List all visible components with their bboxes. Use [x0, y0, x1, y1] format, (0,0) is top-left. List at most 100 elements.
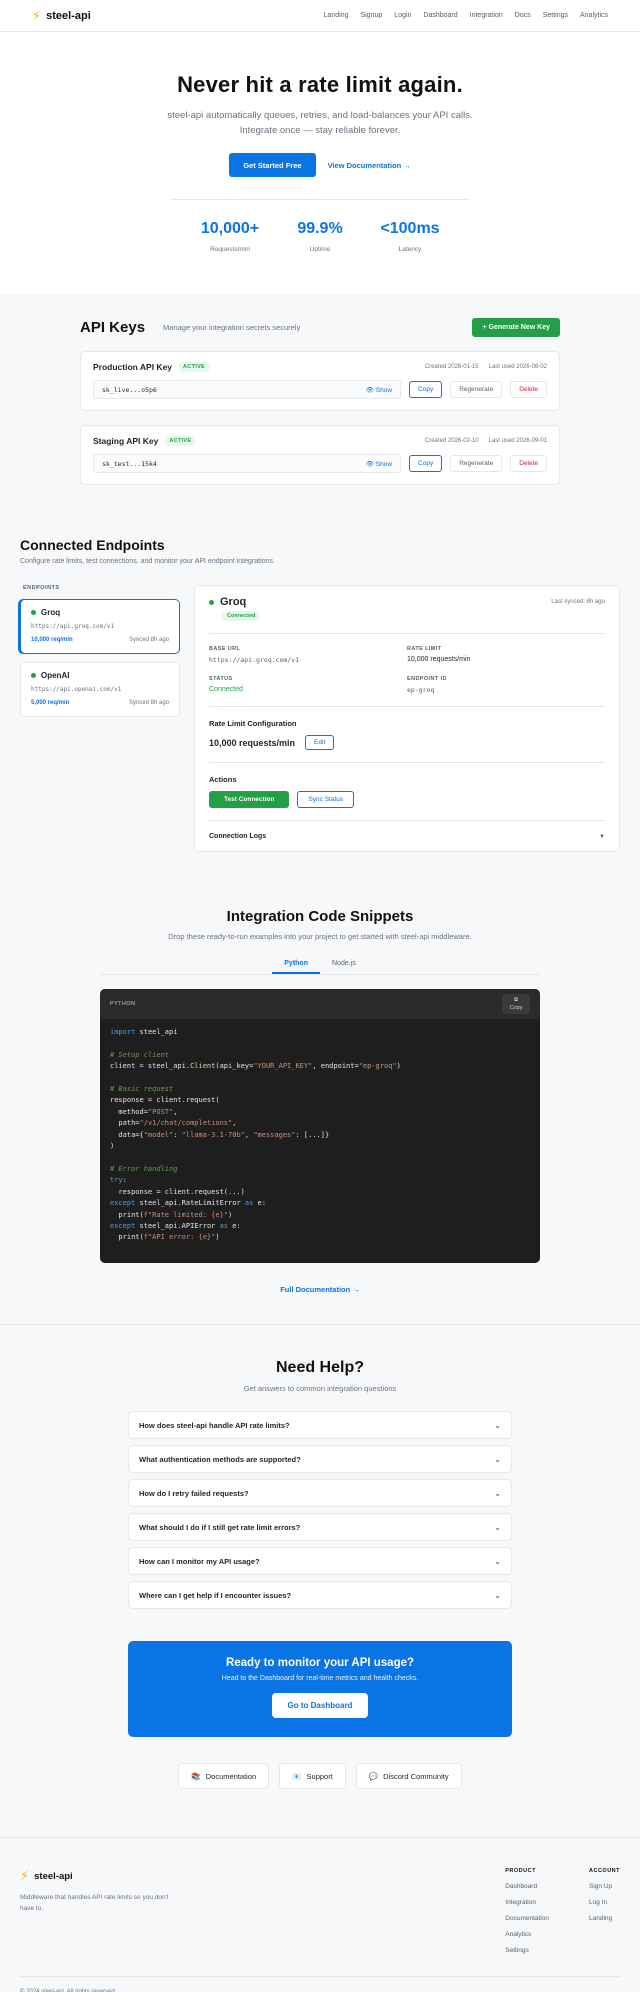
status-value: Connected: [209, 686, 243, 693]
footer-link-landing[interactable]: Landing: [589, 1915, 620, 1922]
key-name: Production API Key: [93, 362, 173, 372]
copyright: © 2024 steel-api. All rights reserved.: [20, 1976, 620, 1992]
book-icon: 📚: [191, 1771, 201, 1781]
show-key-button[interactable]: 👁 Show: [366, 386, 392, 394]
faq-item[interactable]: How does steel-api handle API rate limit…: [128, 1411, 512, 1439]
show-label: Show: [375, 460, 393, 468]
rate-limit-config-value: 10,000 requests/min: [209, 737, 296, 748]
endpoints-section: Connected Endpoints Configure rate limit…: [0, 485, 640, 852]
nav-dashboard[interactable]: Dashboard: [423, 12, 457, 19]
endpoints-title: Connected Endpoints: [20, 537, 165, 553]
snippets-section: Integration Code Snippets Drop these rea…: [0, 852, 640, 1294]
cta-subtitle: Head to the Dashboard for real-time metr…: [221, 1675, 419, 1682]
copy-key-button[interactable]: Copy: [409, 381, 443, 398]
go-to-dashboard-button[interactable]: Go to Dashboard: [271, 1693, 369, 1718]
footer-link-dashboard[interactable]: Dashboard: [505, 1883, 549, 1890]
status-dot: [31, 610, 36, 615]
key-name: Staging API Key: [93, 436, 159, 446]
endpoint-name: Groq: [41, 608, 61, 617]
eye-icon: 👁: [365, 386, 374, 394]
edit-rate-limit-button[interactable]: Edit: [305, 735, 335, 750]
endpoint-card-openai[interactable]: OpenAI https://api.openai.com/v1 5,000 r…: [20, 662, 180, 717]
status-dot: [209, 599, 214, 605]
endpoint-card-groq[interactable]: Groq https://api.groq.com/v1 10,000 req/…: [20, 599, 180, 654]
code-block: PYTHON ⧉ Copy import steel_api # Setup cl…: [100, 989, 540, 1263]
generate-key-button[interactable]: + Generate New Key: [472, 318, 560, 337]
faq-item[interactable]: How do I retry failed requests? ⌄: [128, 1479, 512, 1507]
endpoint-rate: 5,000 req/min: [31, 700, 70, 706]
stat-uptime: 99.9% Uptime: [290, 220, 350, 253]
nav-signup[interactable]: Signup: [360, 12, 382, 19]
status-label: STATUS: [209, 676, 233, 682]
chevron-down-icon: ⌄: [494, 1454, 501, 1464]
copy-code-button[interactable]: ⧉ Copy: [502, 994, 530, 1014]
connection-logs-toggle[interactable]: Connection Logs ▼: [209, 833, 605, 840]
resource-label: Support: [306, 1771, 333, 1781]
api-key-field[interactable]: sk_test...15k4 👁 Show: [93, 454, 402, 473]
api-keys-header: API Keys Manage your integration secrets…: [80, 318, 560, 337]
endpoint-url: https://api.groq.com/v1: [31, 623, 115, 630]
footer-link-login[interactable]: Log In: [589, 1899, 620, 1906]
api-keys-section: API Keys Manage your integration secrets…: [0, 294, 640, 485]
api-key-card-staging: Staging API Key ACTIVE Created 2026-02-10…: [80, 425, 560, 485]
discord-link[interactable]: 💬 Discord Community: [355, 1763, 462, 1789]
nav-analytics[interactable]: Analytics: [580, 12, 608, 19]
delete-key-button[interactable]: Delete: [510, 381, 547, 398]
footer-description: Middleware that handles API rate limits …: [20, 1894, 169, 1912]
faq-item[interactable]: How can I monitor my API usage? ⌄: [128, 1547, 512, 1575]
faq-item[interactable]: What should I do if I still get rate lim…: [128, 1513, 512, 1541]
lightning-icon: ⚡: [20, 1868, 30, 1883]
api-key-card-production: Production API Key ACTIVE Created 2026-01…: [80, 351, 560, 411]
support-link[interactable]: 📧 Support: [279, 1763, 346, 1789]
documentation-link[interactable]: 📚 Documentation: [178, 1763, 270, 1789]
api-key-field[interactable]: sk_live...o5p6 👁 Show: [93, 380, 402, 399]
nav-docs[interactable]: Docs: [515, 12, 531, 19]
nav-landing[interactable]: Landing: [324, 12, 349, 19]
key-created: Created 2026-02-10: [424, 438, 479, 444]
stat-value: 99.9%: [297, 220, 343, 237]
rate-limit-config-title: Rate Limit Configuration: [209, 719, 297, 728]
footer-brand[interactable]: ⚡ steel-api: [20, 1868, 180, 1884]
nav-settings[interactable]: Settings: [543, 12, 568, 19]
hero-stats: 10,000+ Requests/min 99.9% Uptime <100ms…: [0, 220, 640, 253]
top-header: ⚡ steel-api Landing Signup Login Dashboa…: [0, 0, 640, 32]
footer-link-signup[interactable]: Sign Up: [589, 1883, 620, 1890]
footer-link-analytics[interactable]: Analytics: [505, 1931, 549, 1938]
nav-integration[interactable]: Integration: [470, 12, 503, 19]
endpoint-detail-panel: Groq Connected Last synced: 8h ago BASE …: [194, 585, 620, 852]
nav-login[interactable]: Login: [394, 12, 411, 19]
help-section: Need Help? Get answers to common integra…: [0, 1324, 640, 1789]
get-started-button[interactable]: Get Started Free: [229, 153, 316, 177]
test-connection-button[interactable]: Test Connection: [209, 791, 290, 808]
regenerate-key-button[interactable]: Regenerate: [450, 381, 503, 398]
view-docs-link[interactable]: View Documentation →: [328, 161, 411, 170]
full-documentation-link[interactable]: Full Documentation →: [280, 1285, 360, 1294]
regenerate-key-button[interactable]: Regenerate: [450, 455, 503, 472]
api-keys-subtitle: Manage your integration secrets securely: [163, 323, 301, 332]
stat-label: Latency: [398, 246, 422, 253]
footer-link-settings[interactable]: Settings: [505, 1947, 549, 1954]
brand-logo[interactable]: ⚡ steel-api: [32, 8, 91, 24]
endpoint-rate: 10,000 req/min: [31, 637, 73, 643]
copy-key-button[interactable]: Copy: [409, 455, 443, 472]
stat-label: Uptime: [309, 246, 331, 253]
faq-item[interactable]: Where can I get help if I encounter issu…: [128, 1581, 512, 1609]
endpoint-list: ENDPOINTS Groq https://api.groq.com/v1 1…: [20, 585, 180, 852]
footer-link-integration[interactable]: Integration: [505, 1899, 549, 1906]
snippets-subtitle: Drop these ready-to-run examples into yo…: [168, 932, 472, 941]
show-key-button[interactable]: 👁 Show: [366, 460, 392, 468]
chevron-down-icon: ⌄: [494, 1590, 501, 1600]
connection-logs-title: Connection Logs: [209, 833, 267, 840]
faq-item[interactable]: What authentication methods are supporte…: [128, 1445, 512, 1473]
stat-requests: 10,000+ Requests/min: [200, 220, 260, 253]
tab-python[interactable]: Python: [272, 955, 320, 974]
footer-link-documentation[interactable]: Documentation: [505, 1915, 549, 1922]
masked-key: sk_live...o5p6: [102, 385, 157, 394]
tab-nodejs[interactable]: Node.js: [320, 955, 368, 974]
top-nav: Landing Signup Login Dashboard Integrati…: [324, 12, 608, 19]
resource-label: Discord Community: [383, 1771, 449, 1781]
help-subtitle: Get answers to common integration questi…: [243, 1384, 397, 1393]
key-last-used: Last used 2026-08-02: [488, 364, 547, 370]
sync-status-button[interactable]: Sync Status: [297, 791, 355, 808]
delete-key-button[interactable]: Delete: [510, 455, 547, 472]
